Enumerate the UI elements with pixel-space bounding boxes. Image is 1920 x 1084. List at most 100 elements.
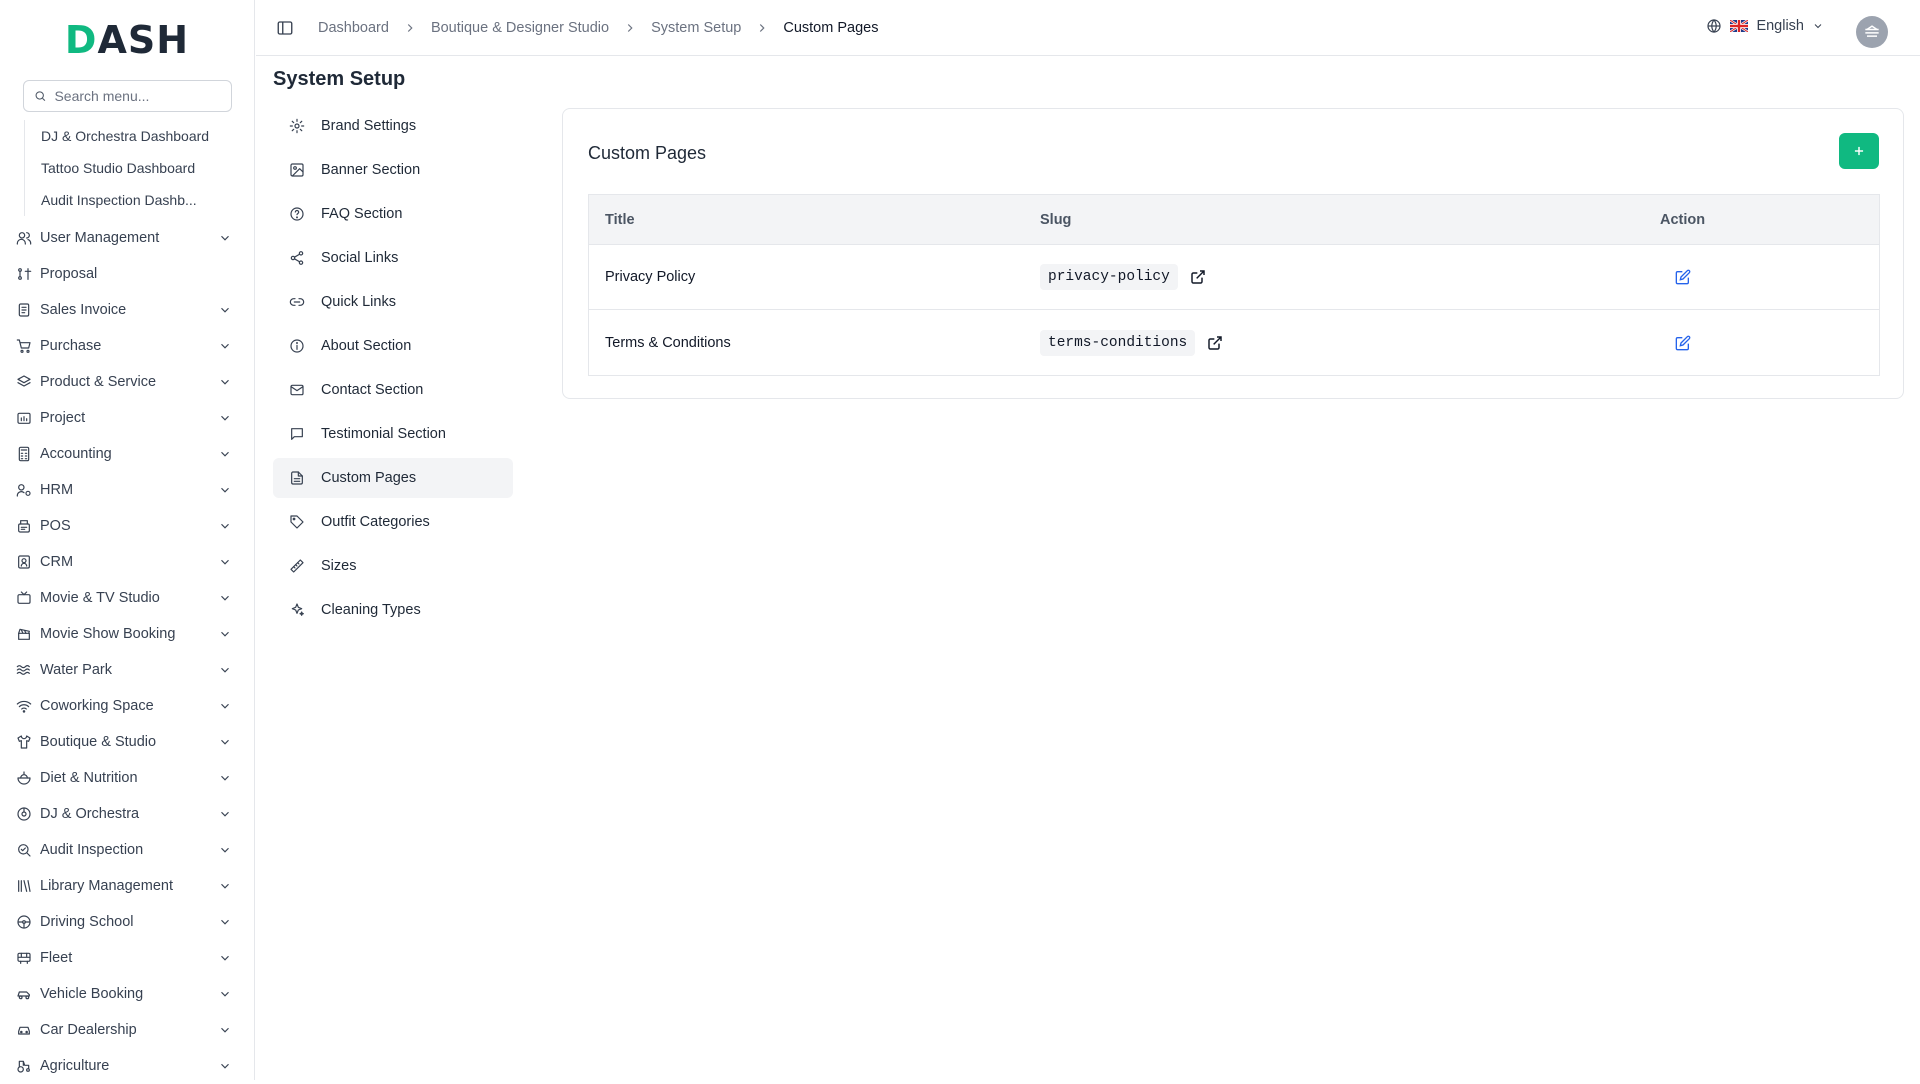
sidebar-item-product-and-service[interactable]: Product & Service xyxy=(0,364,254,400)
breadcrumb-boutique[interactable]: Boutique & Designer Studio xyxy=(431,20,609,36)
sidebar-item-label: Agriculture xyxy=(40,1058,110,1074)
sidebar-item-hrm[interactable]: HRM xyxy=(0,472,254,508)
clapper-icon xyxy=(18,628,30,640)
card-title: Custom Pages xyxy=(588,143,707,163)
setup-item-brand-settings[interactable]: Brand Settings xyxy=(273,106,513,146)
setup-item-label: Banner Section xyxy=(321,162,421,178)
sidebar-item-vehicle-booking[interactable]: Vehicle Booking xyxy=(0,976,254,1012)
row-title: Terms & Conditions xyxy=(605,334,731,351)
chevron-down-icon xyxy=(221,775,229,781)
sub-item-audit-dashboard[interactable]: Audit Inspection Dashb... xyxy=(25,184,215,216)
setup-item-sizes[interactable]: Sizes xyxy=(273,546,513,586)
row-title: Privacy Policy xyxy=(605,269,696,285)
column-slug: Slug xyxy=(1040,211,1072,228)
row-action-cell xyxy=(1660,269,1879,285)
setup-item-banner-section[interactable]: Banner Section xyxy=(273,150,513,190)
sidebar-item-label: Accounting xyxy=(40,446,112,462)
sidebar-item-movie-show-booking[interactable]: Movie Show Booking xyxy=(0,616,254,652)
avatar[interactable] xyxy=(1856,16,1888,48)
inspect-icon xyxy=(18,844,31,857)
chevron-down-icon xyxy=(221,1063,229,1069)
language-selector[interactable]: English xyxy=(1706,18,1824,34)
plus-icon xyxy=(1854,146,1864,156)
column-title: Title xyxy=(605,211,635,228)
sidebar-item-project[interactable]: Project xyxy=(0,400,254,436)
setup-item-label: Cleaning Types xyxy=(321,602,421,618)
row-slug-cell: privacy-policy xyxy=(1040,264,1660,290)
sidebar-item-water-park[interactable]: Water Park xyxy=(0,652,254,688)
chevron-down-icon xyxy=(221,919,229,925)
page-title: System Setup xyxy=(273,68,406,90)
setup-item-social-links[interactable]: Social Links xyxy=(273,238,513,278)
pos-icon xyxy=(18,520,30,533)
bus-icon xyxy=(17,952,31,964)
chevron-down-icon xyxy=(221,451,229,457)
row-slug: privacy-policy xyxy=(1040,264,1178,290)
add-page-button[interactable] xyxy=(1839,133,1879,169)
sidebar-item-library-management[interactable]: Library Management xyxy=(0,868,254,904)
chevron-down-icon xyxy=(221,307,229,313)
sidebar-item-label: CRM xyxy=(40,554,74,570)
sidebar-item-fleet[interactable]: Fleet xyxy=(0,940,254,976)
sidebar-item-label: Movie & TV Studio xyxy=(40,590,160,606)
sidebar-item-car-dealership[interactable]: Car Dealership xyxy=(0,1012,254,1048)
wifi-icon xyxy=(16,700,32,713)
sidebar-nav: User Management Proposal Sales Invoice Purc… xyxy=(0,220,254,1084)
sidebar-item-agriculture[interactable]: Agriculture xyxy=(0,1048,254,1084)
chevron-down-icon xyxy=(221,739,229,745)
sidebar-item-sales-invoice[interactable]: Sales Invoice xyxy=(0,292,254,328)
sidebar-item-movie-and-tv-studio[interactable]: Movie & TV Studio xyxy=(0,580,254,616)
sidebar-item-label: Fleet xyxy=(40,950,73,966)
tractor-icon xyxy=(17,1060,30,1073)
sidebar-item-purchase[interactable]: Purchase xyxy=(0,328,254,364)
setup-item-quick-links[interactable]: Quick Links xyxy=(273,282,513,322)
globe-icon xyxy=(1707,19,1722,33)
sidebar-item-label: Audit Inspection xyxy=(40,842,144,858)
project-icon xyxy=(17,412,31,424)
sidebar-item-driving-school[interactable]: Driving School xyxy=(0,904,254,940)
sidebar-item-label: Water Park xyxy=(40,662,112,678)
sidebar-item-pos[interactable]: POS xyxy=(0,508,254,544)
sidebar-item-coworking-space[interactable]: Coworking Space xyxy=(0,688,254,724)
sidebar-item-label: DJ & Orchestra xyxy=(40,806,140,822)
sidebar-item-crm[interactable]: CRM xyxy=(0,544,254,580)
sidebar-item-proposal[interactable]: Proposal xyxy=(0,256,254,292)
chevron-down-icon xyxy=(1814,24,1822,29)
setup-item-faq-section[interactable]: FAQ Section xyxy=(273,194,513,234)
sidebar-item-dj-and-orchestra[interactable]: DJ & Orchestra xyxy=(0,796,254,832)
logo-mark: D xyxy=(64,18,98,62)
row-slug: terms-conditions xyxy=(1040,329,1196,356)
breadcrumb-dashboard[interactable]: Dashboard xyxy=(318,20,389,36)
sidebar-item-boutique-and-studio[interactable]: Boutique & Studio xyxy=(0,724,254,760)
edit-icon[interactable] xyxy=(1675,269,1691,285)
column-action: Action xyxy=(1660,211,1706,228)
help-circle-icon xyxy=(290,207,304,221)
setup-item-custom-pages[interactable]: Custom Pages xyxy=(273,458,513,498)
chevron-right-icon xyxy=(407,23,413,32)
sidebar-item-diet-and-nutrition[interactable]: Diet & Nutrition xyxy=(0,760,254,796)
sidebar-item-audit-inspection[interactable]: Audit Inspection xyxy=(0,832,254,868)
setup-item-cleaning-types[interactable]: Cleaning Types xyxy=(273,590,513,630)
setup-item-contact-section[interactable]: Contact Section xyxy=(273,370,513,410)
search-box xyxy=(23,80,232,112)
hrm-icon xyxy=(16,484,31,497)
setup-item-outfit-categories[interactable]: Outfit Categories xyxy=(273,502,513,542)
sidebar-toggle-icon[interactable] xyxy=(276,19,294,37)
setup-item-label: Custom Pages xyxy=(321,470,417,486)
sub-item-tattoo-dashboard[interactable]: Tattoo Studio Dashboard xyxy=(25,152,215,184)
search-input[interactable] xyxy=(54,88,221,104)
gear-icon xyxy=(289,118,305,134)
sub-item-dj-dashboard[interactable]: DJ & Orchestra Dashboard xyxy=(25,120,215,152)
setup-item-about-section[interactable]: About Section xyxy=(273,326,513,366)
sidebar-item-accounting[interactable]: Accounting xyxy=(0,436,254,472)
chevron-down-icon xyxy=(221,991,229,997)
message-icon xyxy=(291,428,303,440)
logo[interactable]: DASH xyxy=(0,0,254,80)
external-link-icon[interactable] xyxy=(1207,335,1223,351)
setup-item-label: Sizes xyxy=(321,558,357,574)
edit-icon[interactable] xyxy=(1675,335,1691,351)
external-link-icon[interactable] xyxy=(1190,269,1206,285)
sidebar-item-user-management[interactable]: User Management xyxy=(0,220,254,256)
setup-item-testimonial-section[interactable]: Testimonial Section xyxy=(273,414,513,454)
breadcrumb-system-setup[interactable]: System Setup xyxy=(651,20,741,36)
